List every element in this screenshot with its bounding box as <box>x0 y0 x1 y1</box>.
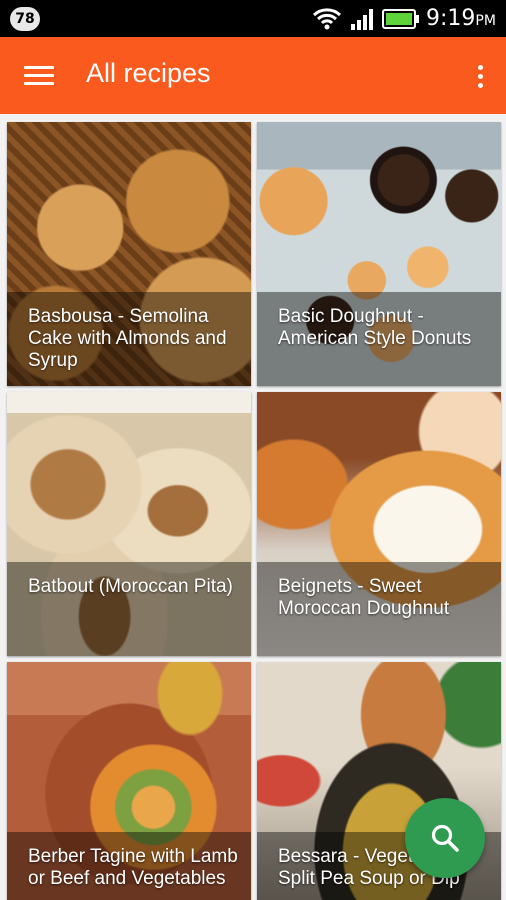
app-bar: All recipes <box>0 37 506 114</box>
clock: 9:19PM <box>426 6 496 31</box>
recipe-title: Berber Tagine with Lamb or Beef and Vege… <box>28 846 238 889</box>
status-bar: 78 9:19PM <box>0 0 506 37</box>
recipe-card[interactable]: Basic Doughnut - American Style Donuts <box>257 122 501 386</box>
recipe-title: Beignets - Sweet Moroccan Doughnut <box>278 576 450 619</box>
recipe-card[interactable]: Berber Tagine with Lamb or Beef and Vege… <box>7 662 251 900</box>
clock-ampm: PM <box>475 13 496 29</box>
recipe-card[interactable]: Batbout (Moroccan Pita) <box>7 392 251 656</box>
recipe-caption: Beignets - Sweet Moroccan Doughnut <box>257 562 501 656</box>
recipe-title: Basbousa - Semolina Cake with Almonds an… <box>28 306 227 371</box>
clock-time: 9:19 <box>426 6 476 31</box>
menu-icon[interactable] <box>24 65 56 87</box>
signal-icon <box>351 9 373 30</box>
recipe-caption: Berber Tagine with Lamb or Beef and Vege… <box>7 832 251 900</box>
recipe-caption: Basic Doughnut - American Style Donuts <box>257 292 501 386</box>
recipe-grid: Basbousa - Semolina Cake with Almonds an… <box>0 114 506 900</box>
recipe-caption: Basbousa - Semolina Cake with Almonds an… <box>7 292 251 386</box>
notification-badge: 78 <box>10 7 40 31</box>
search-button[interactable] <box>405 798 485 878</box>
recipe-card[interactable]: Basbousa - Semolina Cake with Almonds an… <box>7 122 251 386</box>
page-title: All recipes <box>86 58 211 88</box>
recipe-title: Basic Doughnut - American Style Donuts <box>278 306 472 349</box>
search-icon <box>431 824 459 852</box>
battery-icon <box>382 9 419 29</box>
recipe-title: Batbout (Moroccan Pita) <box>28 576 233 597</box>
more-vert-icon[interactable] <box>470 63 492 91</box>
recipe-caption: Batbout (Moroccan Pita) <box>7 562 251 656</box>
recipe-card[interactable]: Beignets - Sweet Moroccan Doughnut <box>257 392 501 656</box>
wifi-icon <box>312 8 342 30</box>
